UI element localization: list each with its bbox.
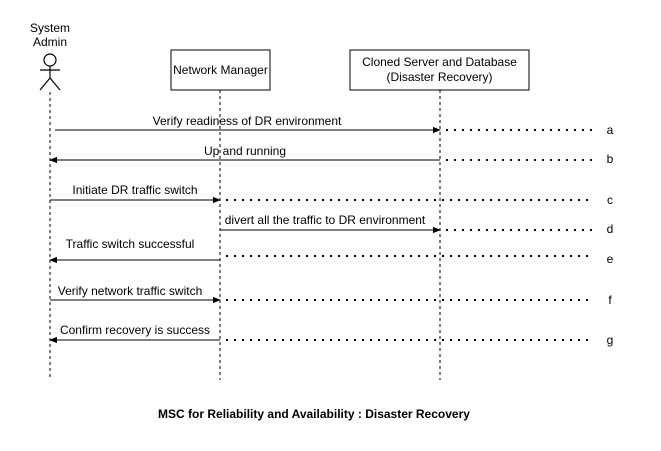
message-d: divert all the traffic to DR environment… [220,213,613,236]
message-tag: a [607,123,614,137]
message-e: Traffic switch successful e [49,237,614,266]
message-tag: f [608,293,612,307]
message-f: Verify network traffic switch f [50,284,612,307]
message-label: Verify readiness of DR environment [153,114,342,128]
stick-figure-icon [39,53,61,91]
cloned-server-label-line2: (Disaster Recovery) [386,70,492,84]
participant-cloned-server: Cloned Server and Database (Disaster Rec… [349,49,530,91]
message-label: divert all the traffic to DR environment [225,213,426,227]
message-label: Traffic switch successful [66,237,195,251]
diagram-caption: MSC for Reliability and Availability : D… [158,407,470,421]
cloned-server-label-line1: Cloned Server and Database [362,55,517,69]
message-label: Initiate DR traffic switch [72,183,197,197]
actor-system-admin: System Admin [30,21,70,91]
sequence-diagram: System Admin Network Manager Cloned Serv… [30,21,614,421]
message-b: Up and running b [49,144,614,166]
network-manager-label: Network Manager [173,63,268,77]
message-tag: c [607,193,613,207]
message-label: Up and running [204,144,286,158]
message-tag: e [607,252,614,266]
message-tag: g [607,333,614,347]
actor-name-line2: Admin [33,35,67,49]
message-label: Verify network traffic switch [58,284,203,298]
actor-name-line1: System [30,21,70,35]
message-tag: b [607,152,614,166]
message-g: Confirm recovery is success g [49,323,614,347]
message-a: Verify readiness of DR environment a [55,114,614,137]
message-label: Confirm recovery is success [60,323,210,337]
message-c: Initiate DR traffic switch c [50,183,613,207]
participant-network-manager: Network Manager [170,49,271,91]
message-tag: d [607,222,614,236]
